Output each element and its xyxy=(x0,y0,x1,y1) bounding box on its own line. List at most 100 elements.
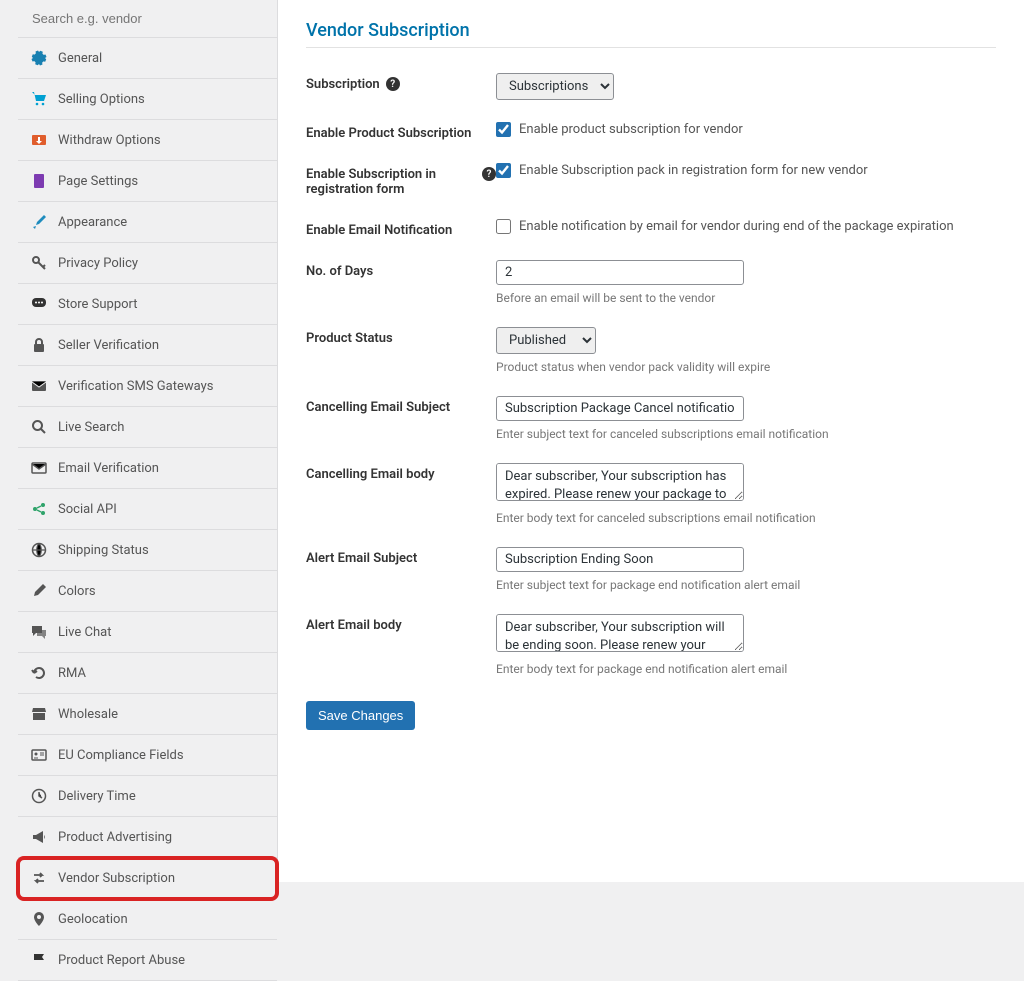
save-changes-button[interactable]: Save Changes xyxy=(306,701,415,730)
sidebar-item-store-support[interactable]: Store Support xyxy=(18,284,277,325)
page-title: Vendor Subscription xyxy=(306,20,996,41)
sidebar-item-label: Appearance xyxy=(58,215,127,230)
sidebar-item-label: Live Chat xyxy=(58,625,111,640)
help-icon[interactable]: ? xyxy=(386,77,400,91)
enable-email-notification-checkbox[interactable] xyxy=(496,219,511,234)
enable-product-subscription-desc: Enable product subscription for vendor xyxy=(519,122,743,137)
sidebar-item-colors[interactable]: Colors xyxy=(18,571,277,612)
sidebar-item-label: Email Verification xyxy=(58,461,159,476)
sidebar-item-label: Delivery Time xyxy=(58,789,136,804)
alert-email-subject-help: Enter subject text for package end notif… xyxy=(496,578,996,592)
sidebar-item-general[interactable]: General xyxy=(18,38,277,79)
sidebar-item-label: Privacy Policy xyxy=(58,256,138,271)
pin-icon xyxy=(30,910,48,928)
id-icon xyxy=(30,746,48,764)
sidebar-item-label: Product Report Abuse xyxy=(58,953,185,968)
sidebar-item-label: RMA xyxy=(58,666,86,681)
share-icon xyxy=(30,500,48,518)
label-no-of-days: No. of Days xyxy=(306,264,373,279)
chat-icon xyxy=(30,295,48,313)
sidebar-item-label: Product Advertising xyxy=(58,830,172,845)
sidebar-item-live-search[interactable]: Live Search xyxy=(18,407,277,448)
sidebar-item-product-advertising[interactable]: Product Advertising xyxy=(18,817,277,858)
sidebar-item-vendor-subscription[interactable]: Vendor Subscription xyxy=(18,858,277,899)
sidebar-search xyxy=(18,0,277,38)
enable-email-notification-desc: Enable notification by email for vendor … xyxy=(519,219,954,234)
sidebar-item-label: Store Support xyxy=(58,297,138,312)
sidebar-item-privacy-policy[interactable]: Privacy Policy xyxy=(18,243,277,284)
label-enable-product-subscription: Enable Product Subscription xyxy=(306,126,471,141)
label-enable-subscription-registration: Enable Subscription in registration form xyxy=(306,167,476,197)
retweet-icon xyxy=(30,869,48,887)
label-product-status: Product Status xyxy=(306,331,393,346)
globe-icon xyxy=(30,541,48,559)
cancelling-email-subject-input[interactable] xyxy=(496,396,744,421)
gear-icon xyxy=(30,49,48,67)
no-of-days-input[interactable] xyxy=(496,260,744,285)
sidebar-item-label: Verification SMS Gateways xyxy=(58,379,213,394)
product-status-select[interactable]: Published xyxy=(496,327,596,354)
sidebar-item-geolocation[interactable]: Geolocation xyxy=(18,899,277,940)
sidebar-item-label: Page Settings xyxy=(58,174,138,189)
sidebar-item-seller-verification[interactable]: Seller Verification xyxy=(18,325,277,366)
label-cancelling-email-subject: Cancelling Email Subject xyxy=(306,400,450,415)
sidebar-item-live-chat[interactable]: Live Chat xyxy=(18,612,277,653)
paint-icon xyxy=(30,582,48,600)
label-subscription: Subscription xyxy=(306,77,380,92)
sidebar-item-label: Colors xyxy=(58,584,96,599)
enable-product-subscription-checkbox[interactable] xyxy=(496,122,511,137)
alert-email-body-textarea[interactable]: Dear subscriber, Your subscription will … xyxy=(496,614,744,652)
enable-subscription-registration-checkbox[interactable] xyxy=(496,163,511,178)
no-of-days-help: Before an email will be sent to the vend… xyxy=(496,291,996,305)
sidebar-item-label: Live Search xyxy=(58,420,124,435)
label-enable-email-notification: Enable Email Notification xyxy=(306,223,452,238)
help-icon[interactable]: ? xyxy=(482,167,496,181)
sidebar-item-label: Selling Options xyxy=(58,92,145,107)
sidebar-item-label: Withdraw Options xyxy=(58,133,161,148)
sidebar-item-label: Geolocation xyxy=(58,912,128,927)
sidebar-item-product-report-abuse[interactable]: Product Report Abuse xyxy=(18,940,277,981)
sidebar-item-verification-sms-gateways[interactable]: Verification SMS Gateways xyxy=(18,366,277,407)
search-icon xyxy=(30,418,48,436)
product-status-help: Product status when vendor pack validity… xyxy=(496,360,996,374)
page-icon xyxy=(30,172,48,190)
sidebar-item-withdraw-options[interactable]: Withdraw Options xyxy=(18,120,277,161)
subscription-select[interactable]: Subscriptions xyxy=(496,73,614,100)
sidebar-item-shipping-status[interactable]: Shipping Status xyxy=(18,530,277,571)
withdraw-icon xyxy=(30,131,48,149)
sidebar-item-label: Seller Verification xyxy=(58,338,159,353)
store-icon xyxy=(30,705,48,723)
sidebar-item-wholesale[interactable]: Wholesale xyxy=(18,694,277,735)
flag-icon xyxy=(30,951,48,969)
sidebar-item-eu-compliance-fields[interactable]: EU Compliance Fields xyxy=(18,735,277,776)
sidebar-item-label: Social API xyxy=(58,502,117,517)
brush-icon xyxy=(30,213,48,231)
sidebar-item-selling-options[interactable]: Selling Options xyxy=(18,79,277,120)
divider xyxy=(306,47,996,48)
sidebar-item-label: Wholesale xyxy=(58,707,118,722)
sidebar-item-delivery-time[interactable]: Delivery Time xyxy=(18,776,277,817)
cancelling-email-body-textarea[interactable]: Dear subscriber, Your subscription has e… xyxy=(496,463,744,501)
sms-icon xyxy=(30,377,48,395)
alert-email-body-help: Enter body text for package end notifica… xyxy=(496,662,996,676)
sidebar-item-label: General xyxy=(58,51,102,66)
sidebar-item-label: Vendor Subscription xyxy=(58,871,175,886)
sidebar-item-appearance[interactable]: Appearance xyxy=(18,202,277,243)
sidebar-item-rma[interactable]: RMA xyxy=(18,653,277,694)
clock-icon xyxy=(30,787,48,805)
key-icon xyxy=(30,254,48,272)
search-input[interactable] xyxy=(30,10,265,27)
sidebar-item-label: Shipping Status xyxy=(58,543,149,558)
sidebar-item-social-api[interactable]: Social API xyxy=(18,489,277,530)
comments-icon xyxy=(30,623,48,641)
label-alert-email-subject: Alert Email Subject xyxy=(306,551,417,566)
label-cancelling-email-body: Cancelling Email body xyxy=(306,467,435,482)
settings-sidebar: General Selling Options Withdraw Options Pa… xyxy=(18,0,278,882)
sidebar-item-page-settings[interactable]: Page Settings xyxy=(18,161,277,202)
cart-icon xyxy=(30,90,48,108)
alert-email-subject-input[interactable] xyxy=(496,547,744,572)
sidebar-item-email-verification[interactable]: Email Verification xyxy=(18,448,277,489)
enable-subscription-registration-desc: Enable Subscription pack in registration… xyxy=(519,163,868,178)
mail-icon xyxy=(30,459,48,477)
main-content: Vendor Subscription Subscription ? Subsc… xyxy=(278,0,1024,882)
